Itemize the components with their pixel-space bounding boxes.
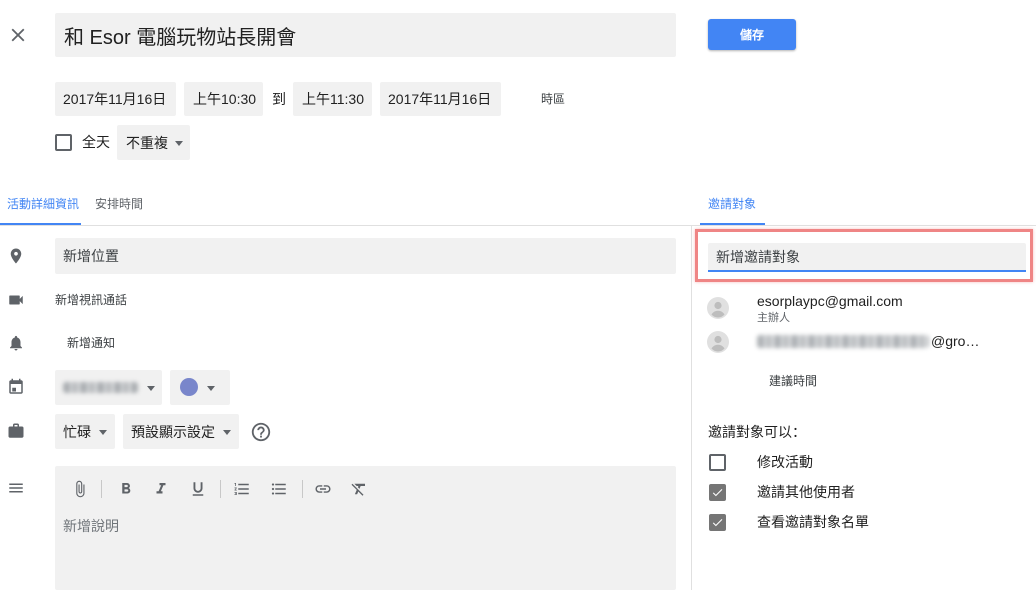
chevron-down-icon bbox=[175, 140, 183, 146]
permission-see-guest-list-checkbox[interactable] bbox=[709, 514, 726, 531]
check-icon bbox=[712, 519, 723, 527]
bulleted-list-icon[interactable] bbox=[270, 480, 288, 498]
all-day-label: 全天 bbox=[82, 134, 110, 150]
description-lines-icon bbox=[7, 479, 25, 497]
availability-value: 忙碌 bbox=[63, 423, 91, 440]
calendar-name-redacted bbox=[63, 382, 138, 393]
timezone-button[interactable]: 時區 bbox=[541, 91, 565, 107]
description-placeholder: 新增說明 bbox=[63, 518, 119, 534]
event-title-field[interactable] bbox=[55, 13, 676, 57]
to-label: 到 bbox=[272, 91, 286, 107]
start-time-button[interactable]: 上午10:30 bbox=[184, 82, 263, 116]
avatar-icon bbox=[707, 331, 729, 353]
suggest-times-button[interactable]: 建議時間 bbox=[769, 373, 817, 389]
guest-email-visible[interactable]: @gro… bbox=[931, 331, 979, 351]
guest-permissions-title: 邀請對象可以： bbox=[708, 424, 806, 440]
bell-icon bbox=[7, 334, 25, 352]
description-editor[interactable]: 新增說明 bbox=[55, 466, 676, 590]
numbered-list-icon[interactable] bbox=[233, 480, 251, 498]
permission-label: 查看邀請對象名單 bbox=[757, 514, 869, 530]
location-field[interactable] bbox=[55, 238, 676, 274]
underline-icon[interactable] bbox=[189, 480, 207, 498]
permission-invite-others-checkbox[interactable] bbox=[709, 484, 726, 501]
toolbar-separator bbox=[220, 480, 221, 498]
repeat-value: 不重複 bbox=[126, 134, 168, 151]
calendar-icon bbox=[7, 378, 25, 396]
start-date-text: 2017年11月16日 bbox=[63, 91, 167, 107]
color-swatch bbox=[180, 378, 198, 396]
permission-label: 邀請其他使用者 bbox=[757, 484, 855, 500]
tab-guests[interactable]: 邀請對象 bbox=[708, 196, 756, 212]
permission-label: 修改活動 bbox=[757, 454, 813, 470]
horizontal-divider bbox=[0, 225, 1036, 226]
add-video-call-link[interactable]: 新增視訊通話 bbox=[55, 292, 127, 308]
save-button[interactable]: 儲存 bbox=[708, 19, 796, 50]
availability-dropdown[interactable]: 忙碌 bbox=[55, 414, 115, 449]
guest-email[interactable]: esorplaypc@gmail.com bbox=[757, 291, 903, 311]
add-notification-link[interactable]: 新增通知 bbox=[67, 335, 115, 351]
chevron-down-icon bbox=[223, 429, 231, 435]
event-color-dropdown[interactable] bbox=[170, 370, 230, 405]
repeat-dropdown[interactable]: 不重複 bbox=[117, 125, 190, 160]
calendar-dropdown[interactable] bbox=[55, 370, 162, 405]
vertical-divider bbox=[691, 226, 692, 590]
italic-icon[interactable] bbox=[152, 480, 170, 498]
end-date-text: 2017年11月16日 bbox=[388, 91, 492, 107]
add-guest-input[interactable] bbox=[716, 243, 1026, 270]
add-guest-field[interactable] bbox=[708, 243, 1026, 272]
chevron-down-icon bbox=[207, 385, 215, 391]
event-title-input[interactable] bbox=[64, 13, 676, 57]
close-icon[interactable] bbox=[7, 24, 29, 46]
location-input[interactable] bbox=[63, 238, 676, 274]
briefcase-icon bbox=[7, 422, 25, 440]
start-time-text: 上午10:30 bbox=[193, 91, 257, 107]
start-date-button[interactable]: 2017年11月16日 bbox=[55, 82, 176, 116]
check-icon bbox=[712, 489, 723, 497]
attach-icon[interactable] bbox=[71, 480, 89, 498]
all-day-checkbox[interactable] bbox=[55, 134, 72, 151]
chevron-down-icon bbox=[147, 385, 155, 391]
guest-email-redacted bbox=[757, 335, 929, 348]
visibility-dropdown[interactable]: 預設顯示設定 bbox=[123, 414, 239, 449]
clear-format-icon[interactable] bbox=[350, 480, 368, 498]
bold-icon[interactable] bbox=[117, 480, 135, 498]
visibility-value: 預設顯示設定 bbox=[131, 423, 215, 440]
location-pin-icon bbox=[7, 247, 25, 265]
help-icon[interactable] bbox=[250, 421, 272, 443]
toolbar-separator bbox=[302, 480, 303, 498]
end-date-button[interactable]: 2017年11月16日 bbox=[380, 82, 501, 116]
avatar-icon bbox=[707, 297, 729, 319]
end-time-button[interactable]: 上午11:30 bbox=[293, 82, 372, 116]
videocam-icon bbox=[7, 291, 25, 309]
chevron-down-icon bbox=[99, 429, 107, 435]
toolbar-separator bbox=[101, 480, 102, 498]
link-icon[interactable] bbox=[314, 480, 332, 498]
end-time-text: 上午11:30 bbox=[302, 91, 364, 107]
guest-role: 主辦人 bbox=[757, 312, 790, 324]
tab-find-a-time[interactable]: 安排時間 bbox=[95, 196, 143, 212]
tab-event-details[interactable]: 活動詳細資訊 bbox=[7, 196, 79, 212]
permission-modify-event-checkbox[interactable] bbox=[709, 454, 726, 471]
